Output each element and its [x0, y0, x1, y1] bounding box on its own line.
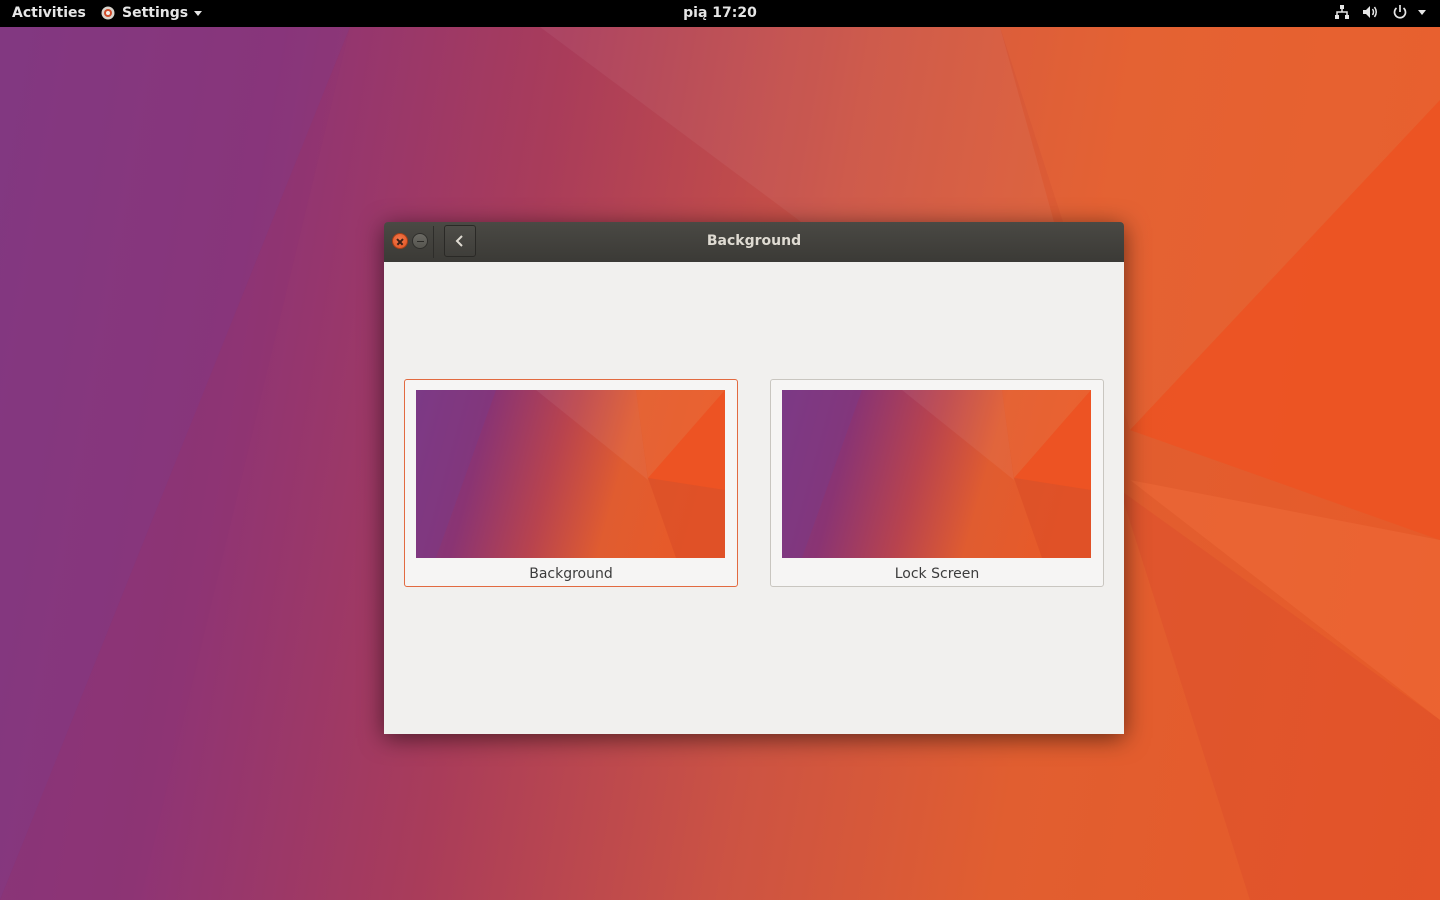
background-thumbnail — [416, 390, 725, 558]
clock[interactable]: pią 17:20 — [0, 5, 1440, 21]
lock-screen-card[interactable]: Lock Screen — [770, 379, 1104, 587]
network-icon[interactable] — [1334, 4, 1350, 20]
card-label: Lock Screen — [894, 566, 980, 582]
top-bar: Activities Settings pią 17:20 — [0, 0, 1440, 27]
system-tray[interactable] — [1322, 4, 1426, 20]
volume-icon[interactable] — [1362, 4, 1380, 20]
settings-window: Background Background Lock Screen — [384, 222, 1124, 734]
chevron-down-icon[interactable] — [1418, 9, 1426, 15]
title-bar[interactable]: Background — [384, 222, 1124, 263]
background-card[interactable]: Background — [404, 379, 738, 587]
window-content: Background Lock Screen — [384, 262, 1124, 734]
card-label: Background — [529, 566, 613, 582]
window-title: Background — [706, 233, 802, 249]
lock-screen-thumbnail — [782, 390, 1091, 558]
power-icon[interactable] — [1392, 4, 1408, 20]
